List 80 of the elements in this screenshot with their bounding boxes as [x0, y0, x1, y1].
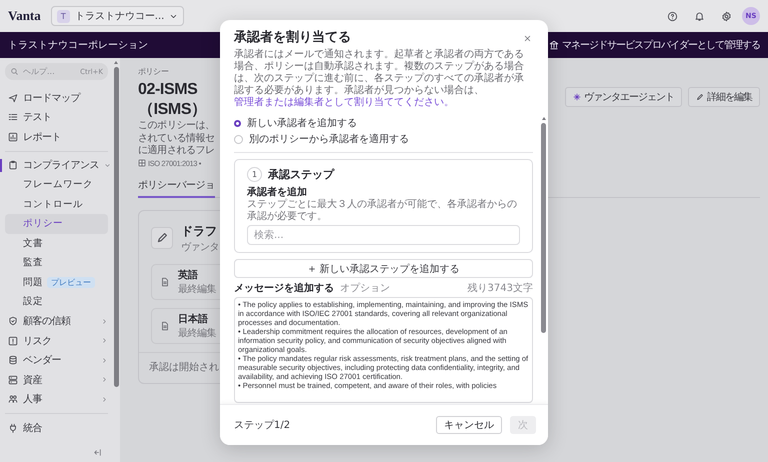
radio-button[interactable] [234, 120, 241, 126]
approver-search-field[interactable]: 検索... [247, 225, 520, 245]
people-icon [8, 394, 18, 404]
sidebar-subitem[interactable]: コントロール [5, 194, 108, 214]
policy-title: 02-ISMS [138, 80, 198, 100]
pencil-icon [696, 93, 704, 101]
radio-option[interactable]: 別のポリシーから承認者を適用する [234, 131, 533, 147]
close-icon[interactable] [523, 34, 532, 42]
sidebar-item[interactable]: ロードマップ [5, 88, 112, 108]
preview-badge: プレビュー [47, 276, 95, 288]
logo: Vanta [8, 8, 41, 24]
document-language: 日本語 [178, 312, 209, 326]
document-language: 英語 [178, 268, 199, 282]
agent-button[interactable]: ヴァンタエージェント [565, 87, 682, 107]
add-approval-step-button[interactable]: 新しい承認ステップを追加する [234, 259, 533, 278]
sidebar-item[interactable]: 人事 [5, 390, 112, 409]
chart-icon [8, 132, 18, 142]
step-indicator: ステップ1/2 [234, 418, 290, 432]
approval-status: 承認は開始され [149, 362, 219, 372]
help-icon[interactable] [667, 10, 678, 22]
workspace-selector[interactable]: T トラストナウコー... [50, 6, 184, 26]
search-icon [10, 67, 19, 76]
collapse-sidebar-icon[interactable] [93, 448, 102, 457]
policy-title: （ISMS） [138, 100, 208, 120]
sidebar-item[interactable]: 資産 [5, 370, 112, 390]
shield-check-icon [8, 316, 18, 326]
plug-icon [8, 422, 18, 433]
send-icon [8, 92, 18, 103]
radio-option[interactable]: 新しい承認者を追加する [234, 115, 533, 131]
draft-author: ヴァンタ [181, 240, 219, 254]
tab[interactable]: ポリシーバージョ [138, 176, 215, 198]
optional-hint: オプション [340, 283, 390, 295]
alert-square-icon [8, 336, 18, 346]
dialog-title: 承認者を割り当てる [234, 30, 351, 46]
sidebar-subitem[interactable]: 監査 [5, 253, 108, 272]
sidebar-item[interactable]: ベンダー [5, 350, 112, 370]
manage-as-msp-link[interactable]: マネージドサービスプロバイダーとして管理する [549, 38, 760, 52]
sidebar-item[interactable]: テスト [5, 108, 112, 127]
edit-details-button[interactable]: 詳細を編集 [688, 87, 760, 107]
sidebar-subitem[interactable]: 設定 [5, 292, 108, 312]
sidebar-subitem[interactable]: 問題 プレビュー [5, 272, 108, 292]
plus-icon [308, 264, 316, 272]
policy-description: されている情報セ [138, 132, 215, 144]
server-icon [8, 374, 18, 385]
notification-bell-icon[interactable] [694, 10, 705, 22]
step-title: 承認ステップ [268, 167, 334, 182]
policy-description: このポリシーは、 [138, 120, 215, 132]
list-icon [8, 112, 18, 122]
pencil-icon [151, 227, 173, 249]
draft-title: ドラフ [181, 222, 218, 240]
last-edited-label: 最終編集 [178, 282, 216, 296]
organization-name: トラストナウコーポレーション [8, 39, 148, 52]
field-hint: ステップごとに最大３人の承認者が可能で、各承認者からの承認が必要です。 [247, 199, 518, 222]
clipboard-icon [8, 160, 18, 170]
settings-icon[interactable] [721, 10, 732, 22]
workspace-badge: T [56, 10, 70, 22]
policy-description: に適用されるフレ [138, 145, 215, 158]
field-label: 承認者を追加 [247, 187, 308, 198]
cancel-button[interactable]: キャンセル [436, 416, 502, 434]
field-label: メッセージを追加する [234, 283, 334, 295]
sidebar-subitem[interactable]: フレームワーク [5, 175, 108, 194]
sidebar-item[interactable]: リスク [5, 331, 112, 350]
step-number: 1 [247, 167, 262, 182]
sidebar-item[interactable]: 顧客の信頼 [5, 312, 112, 331]
scrollbar[interactable] [112, 58, 120, 462]
dialog-description: 承認者にはメールで通知されます。起草者と承認者の両方である場合、ポリシーは自動承認されます。複数のステップがある場合は、次のステップに進む前に、各ステップのすべての承認者が承認する必要があります。承認者が見つからない場合は、 管理者または編集者として割り当ててください。 [234, 49, 525, 109]
sidebar-subitem[interactable]: 文書 [5, 234, 108, 253]
bank-building-icon [549, 40, 559, 50]
assign-admin-link[interactable]: 管理者または編集者として割り当ててください。 [234, 97, 454, 108]
sidebar-item[interactable]: 統合 [5, 418, 112, 438]
database-icon [8, 355, 18, 366]
sidebar-item[interactable]: レポート [5, 127, 112, 146]
breadcrumb: ポリシー [138, 66, 170, 77]
last-edited-label: 最終編集 [178, 326, 216, 340]
document-icon [160, 276, 170, 286]
sidebar-subitem[interactable]: ポリシー [5, 214, 108, 234]
character-count: 残り3743文字 [468, 283, 533, 295]
sparkle-icon [573, 93, 581, 101]
grid-icon [138, 159, 146, 167]
document-icon [160, 320, 170, 330]
